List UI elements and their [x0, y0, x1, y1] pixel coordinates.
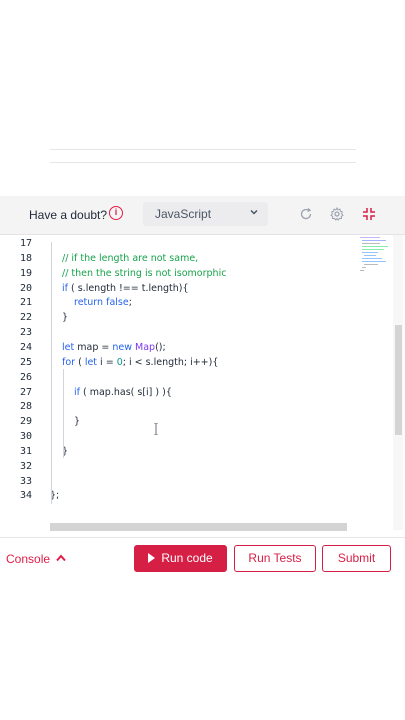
code-token: ; i < s.length; i++){ [122, 356, 219, 368]
line-number: 25 [19, 356, 32, 368]
line-number: 23 [19, 327, 32, 339]
active-line-highlight [50, 149, 356, 163]
code-editor[interactable]: 17 18 19 20 21 22 23 24 25 26 27 28 29 30 31 32 33 34 // … [0, 235, 405, 530]
have-a-doubt-label[interactable]: Have a doubt? [29, 208, 107, 222]
line-number: 26 [19, 371, 32, 383]
chevron-down-icon [250, 209, 258, 215]
code-token: for [62, 356, 76, 368]
line-number: 19 [19, 267, 32, 279]
code-token: false [106, 297, 129, 309]
line-number: 33 [19, 475, 32, 487]
line-number: 20 [19, 282, 32, 294]
info-icon[interactable]: i [109, 206, 123, 220]
code-token: (); [155, 341, 166, 353]
line-number: 32 [19, 460, 32, 472]
code-token: } [74, 416, 81, 428]
settings-icon[interactable] [330, 207, 344, 221]
code-token: // then the string is not isomorphic [62, 267, 227, 279]
code-minimap[interactable] [358, 235, 394, 295]
line-number: 18 [19, 252, 32, 264]
code-token: Map [135, 341, 156, 353]
submit-button[interactable]: Submit [322, 545, 391, 572]
run-tests-button[interactable]: Run Tests [234, 545, 316, 572]
editor-toolbar: Have a doubt? i JavaScript [0, 196, 405, 235]
reset-icon[interactable] [299, 207, 313, 221]
run-code-button[interactable]: Run code [134, 545, 227, 572]
code-line[interactable]: return false; [74, 296, 132, 311]
code-line[interactable]: if ( map.has( s[i] ) ){ [74, 386, 172, 401]
line-number: 31 [19, 445, 32, 457]
line-number: 22 [19, 312, 32, 324]
code-token: map = [74, 341, 113, 353]
code-token: ( map.has( s[i] ) ){ [79, 386, 172, 398]
line-number: 34 [19, 490, 32, 502]
line-number: 17 [19, 238, 32, 249]
code-line[interactable]: // then the string is not isomorphic [62, 267, 226, 282]
line-number: 24 [19, 341, 32, 353]
line-number: 28 [19, 401, 32, 413]
code-token: ( s.length !== t.length){ [67, 282, 189, 294]
text-cursor-icon [154, 423, 158, 435]
play-icon [148, 553, 156, 563]
language-value: JavaScript [155, 207, 212, 221]
code-token: let [84, 356, 98, 368]
code-token: new [112, 341, 132, 353]
code-token: // if the length are not same, [62, 252, 199, 264]
indent-guide [63, 369, 64, 458]
indent-guide [51, 242, 52, 504]
code-line[interactable]: if ( s.length !== t.length){ [62, 282, 189, 297]
action-bar: Console Run code Run Tests Submit [0, 537, 405, 582]
chevron-up-icon[interactable] [55, 553, 67, 563]
run-code-label: Run code [161, 551, 213, 565]
code-token: let [62, 341, 75, 353]
code-token: } [62, 312, 69, 324]
code-token: i = [97, 356, 117, 368]
horizontal-scrollbar-thumb[interactable] [50, 523, 347, 531]
code-line[interactable]: } [74, 415, 80, 430]
line-number: 21 [19, 297, 32, 309]
vertical-scrollbar-thumb[interactable] [395, 325, 402, 435]
code-token: return [74, 297, 104, 309]
line-number: 29 [19, 416, 32, 428]
console-toggle[interactable]: Console [6, 552, 50, 566]
code-line[interactable]: // if the length are not same, [62, 252, 198, 267]
language-select[interactable]: JavaScript [143, 202, 268, 226]
line-number-gutter: 17 18 19 20 21 22 23 24 25 26 27 28 29 30 31 32 33 34 [0, 235, 38, 530]
code-line[interactable]: let map = new Map(); [62, 341, 166, 356]
code-token: ; [128, 297, 132, 309]
code-line[interactable]: } [62, 311, 68, 326]
line-number: 30 [19, 431, 32, 443]
code-token: ( [75, 356, 85, 368]
code-line[interactable]: for ( let i = 0; i < s.length; i++){ [62, 356, 218, 371]
code-area[interactable]: // if the length are not same, // then th… [50, 235, 356, 530]
collapse-icon[interactable] [362, 207, 376, 221]
line-number: 27 [19, 386, 32, 398]
